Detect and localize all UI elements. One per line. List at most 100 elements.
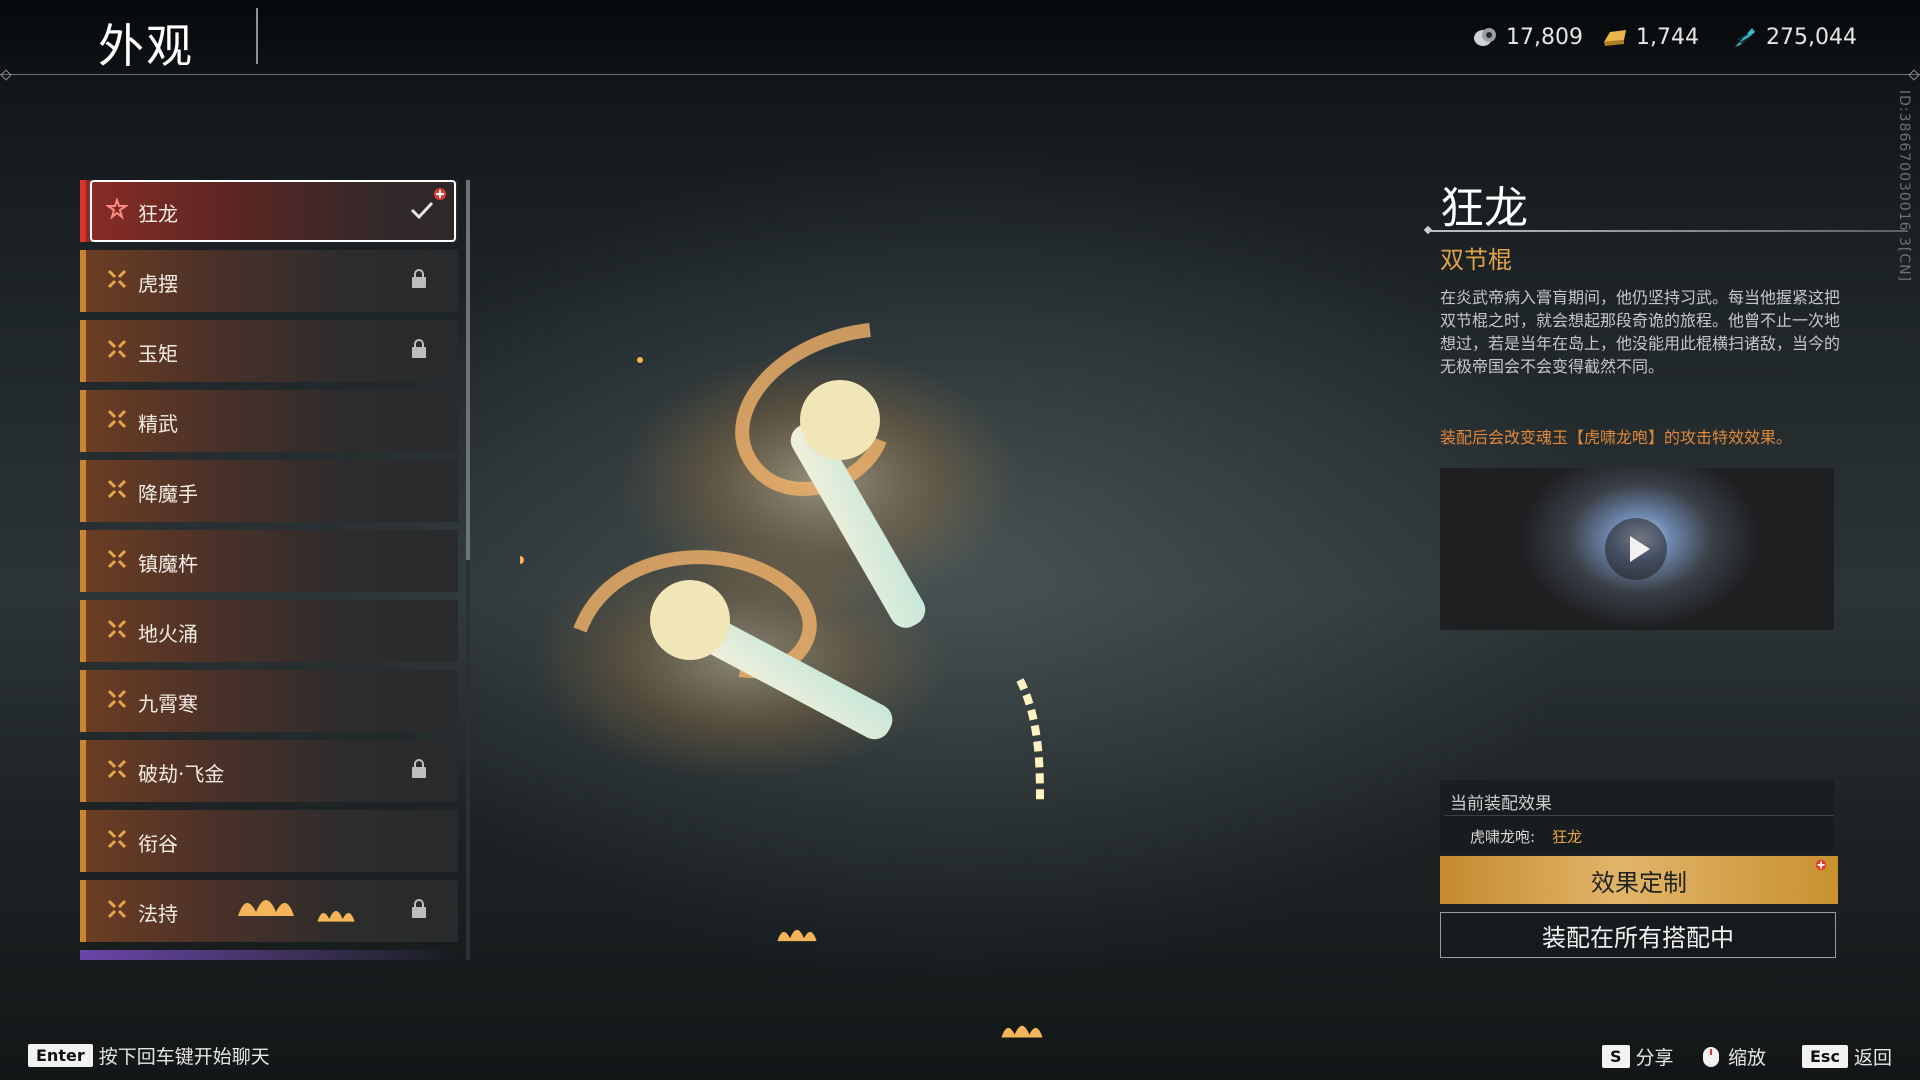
item-accent-bar (80, 810, 86, 872)
item-accent-bar (80, 880, 86, 942)
skin-label: 法持 (138, 902, 178, 926)
skin-label: 玉矩 (138, 342, 178, 366)
skin-label: 地火涌 (138, 622, 198, 646)
page-title: 外观 (98, 19, 194, 73)
item-accent-bar (80, 250, 86, 312)
s-key: S (1602, 1045, 1630, 1068)
skin-label: 破劫·飞金 (138, 762, 225, 786)
currency-value: 17,809 (1506, 24, 1583, 50)
top-divider (0, 74, 1920, 75)
current-effect-title: 当前装配效果 (1450, 794, 1552, 814)
panel-divider (1444, 815, 1834, 816)
chat-hint-label: 按下回车键开始聊天 (98, 1046, 270, 1068)
chat-hint[interactable]: Enter 按下回车键开始聊天 (28, 1042, 270, 1069)
cross-blade-icon (107, 549, 127, 569)
title-separator (256, 8, 258, 64)
list-next-item-edge (80, 950, 458, 960)
item-accent-bar (80, 390, 86, 452)
cross-blade-icon (107, 689, 127, 709)
esc-key: Esc (1802, 1045, 1848, 1068)
skin-item[interactable]: 狂龙 (80, 180, 458, 242)
enter-key: Enter (28, 1044, 93, 1067)
skin-item[interactable]: 破劫·飞金 (80, 740, 458, 802)
lotus-lantern (238, 900, 294, 916)
ember (637, 357, 643, 363)
lotus-lantern (317, 911, 355, 922)
cross-blade-icon (107, 269, 127, 289)
cross-blade-icon (107, 479, 127, 499)
star-flower-icon (106, 198, 128, 220)
skin-label: 降魔手 (138, 482, 198, 506)
item-accent-bar (80, 530, 86, 592)
skin-label: 虎摆 (138, 272, 178, 296)
cross-blade-icon (107, 759, 127, 779)
new-badge-icon (434, 188, 446, 200)
lock-icon (412, 899, 426, 918)
pearl (650, 580, 730, 660)
lock-icon (412, 269, 426, 288)
equip-all-button[interactable]: 装配在所有搭配中 (1440, 912, 1836, 958)
ember (520, 556, 524, 564)
back-hint[interactable]: Esc 返回 (1802, 1043, 1892, 1070)
skin-item[interactable]: 衔谷 (80, 810, 458, 872)
zoom-hint[interactable]: 缩放 (1700, 1043, 1766, 1070)
currency-value: 275,044 (1766, 24, 1857, 50)
currency-value: 1,744 (1636, 24, 1699, 50)
zoom-label: 缩放 (1728, 1047, 1767, 1069)
item-accent-bar (80, 460, 86, 522)
customize-effect-button[interactable]: 效果定制 (1440, 856, 1838, 904)
item-accent-bar (80, 180, 86, 242)
share-label: 分享 (1635, 1047, 1674, 1069)
mouse-icon (1703, 1046, 1719, 1067)
lotus-lantern (777, 929, 817, 942)
effect-note: 装配后会改变魂玉【虎啸龙咆】的攻击特效效果。 (1440, 428, 1793, 447)
list-scrollbar-thumb[interactable] (466, 180, 470, 560)
pearl (800, 380, 880, 460)
cross-blade-icon (107, 829, 127, 849)
play-icon (1630, 536, 1650, 562)
name-divider (1428, 230, 1908, 232)
new-badge-icon (1815, 859, 1827, 871)
item-accent-bar (80, 320, 86, 382)
current-effect-value: 狂龙 (1552, 828, 1583, 846)
gold-ingot-icon (1604, 30, 1626, 46)
cross-blade-icon (107, 899, 127, 919)
skin-label: 镇魔杵 (138, 552, 198, 576)
feather-token-icon (1735, 28, 1755, 47)
skin-item[interactable]: 地火涌 (80, 600, 458, 662)
skin-item[interactable]: 虎摆 (80, 250, 458, 312)
currency-feather: 275,044 (1732, 24, 1857, 50)
skin-item[interactable]: 精武 (80, 390, 458, 452)
cross-blade-icon (107, 409, 127, 429)
checkmark-icon (410, 201, 434, 220)
current-effect-key: 虎啸龙咆: (1470, 828, 1536, 846)
play-button[interactable] (1605, 518, 1667, 580)
chain (1016, 678, 1044, 801)
lock-icon (412, 339, 426, 358)
skin-item[interactable]: 降魔手 (80, 460, 458, 522)
weapon-preview[interactable] (520, 300, 1340, 880)
item-accent-bar (80, 740, 86, 802)
player-id: ID:386670030016 3[CN] (1896, 90, 1912, 283)
lotus-lantern (1001, 1025, 1043, 1038)
skin-item[interactable]: 九霄寒 (80, 670, 458, 732)
skin-label: 九霄寒 (138, 692, 198, 716)
currency-gold: 1,744 (1602, 24, 1699, 50)
skin-item[interactable]: 玉矩 (80, 320, 458, 382)
skin-item[interactable]: 镇魔杵 (80, 530, 458, 592)
jade-coin-icon (1474, 28, 1496, 46)
item-accent-bar (80, 600, 86, 662)
lock-icon (412, 759, 426, 778)
item-accent-bar (80, 670, 86, 732)
cross-blade-icon (107, 339, 127, 359)
share-hint[interactable]: S 分享 (1602, 1043, 1674, 1070)
item-description: 在炎武帝病入膏肓期间，他仍坚持习武。每当他握紧这把双节棍之时，就会想起那段奇诡的… (1440, 288, 1841, 376)
back-label: 返回 (1853, 1047, 1892, 1069)
item-type: 双节棍 (1440, 246, 1512, 274)
skin-label: 衔谷 (138, 832, 178, 856)
skin-label: 精武 (138, 412, 178, 436)
effect-preview-video[interactable] (1440, 468, 1834, 630)
skin-label: 狂龙 (138, 202, 178, 226)
currency-jade: 17,809 (1472, 24, 1583, 50)
cross-blade-icon (107, 619, 127, 639)
